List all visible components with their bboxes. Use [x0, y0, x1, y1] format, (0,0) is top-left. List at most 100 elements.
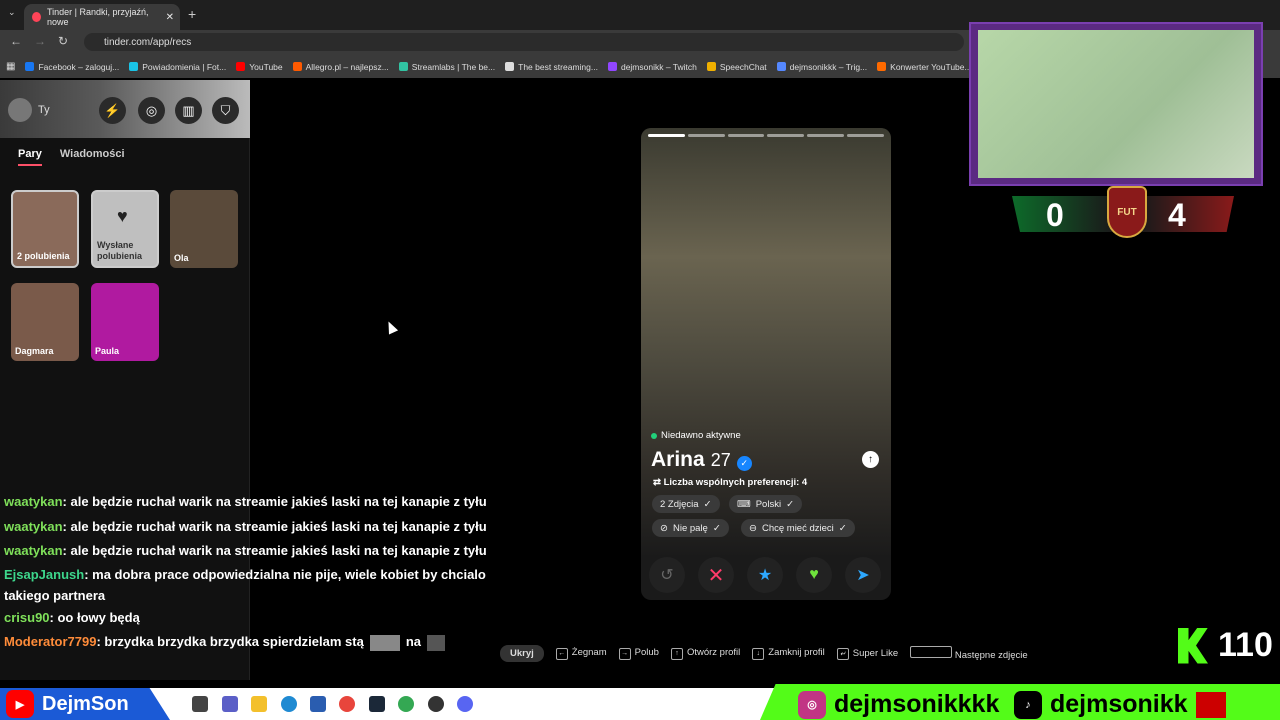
bookmark-favicon-icon [877, 62, 887, 71]
shield-icon[interactable]: ⛉ [212, 97, 239, 124]
explore-icon[interactable]: ◎ [138, 97, 165, 124]
hint-next: Następne zdjęcie [910, 646, 1028, 661]
mouse-cursor-icon [383, 319, 399, 335]
back-icon[interactable]: ← [10, 34, 22, 48]
chip-label: Polski [755, 498, 782, 510]
youtube-handle-text: DejmSon [42, 692, 129, 715]
chat-username: waatykan [4, 543, 63, 558]
reload-icon[interactable]: ↻ [58, 34, 68, 48]
match-tile[interactable]: 2 polubienia [11, 190, 79, 268]
like-button[interactable]: ♥ [796, 557, 832, 593]
send-button[interactable]: ➤ [845, 557, 881, 593]
chat-username: waatykan [4, 518, 63, 534]
edge-icon[interactable] [281, 696, 297, 712]
hint-label: Zamknij profil [768, 647, 825, 659]
bookmark-label: The best streaming... [518, 61, 598, 72]
bookmark-favicon-icon [398, 62, 408, 71]
bookmark-item[interactable]: Konwerter YouTube... [877, 62, 972, 72]
hide-hints-button[interactable]: Ukryj [500, 645, 544, 662]
teams-icon[interactable] [222, 696, 238, 712]
avatar[interactable] [8, 98, 32, 122]
youtube-handle: ▶ DejmSon [6, 690, 129, 718]
bookmark-item[interactable]: dejmsonikk – Twitch [607, 61, 697, 72]
chip-label: Chcę mieć dzieci [761, 522, 834, 534]
profile-photo[interactable] [641, 128, 891, 558]
bookmark-item[interactable]: Streamlabs | The be... [398, 62, 495, 72]
bookmark-item[interactable]: YouTube [236, 61, 283, 72]
address-bar[interactable]: tinder.com/app/recs [84, 33, 964, 51]
bookmark-item[interactable]: The best streaming... [505, 62, 598, 72]
forward-icon[interactable]: → [34, 34, 46, 48]
tab-search-icon[interactable]: ⌄ [8, 7, 16, 18]
tinder-favicon-icon [32, 12, 41, 22]
nope-button[interactable]: ✕ [698, 557, 734, 593]
bookmark-item[interactable]: Facebook – zaloguj... [25, 62, 119, 72]
bookmark-label: SpeechChat [719, 61, 767, 72]
apps-icon[interactable]: ▦ [6, 61, 15, 72]
sidebar-tabs: Pary Wiadomości [18, 148, 125, 166]
close-icon[interactable]: ✕ [166, 12, 174, 23]
bookmark-label: YouTube [249, 61, 283, 72]
bookmark-item[interactable]: dejmsonikkk – Trig... [776, 62, 867, 72]
chip-language: ⌨ Polski ✓ [729, 495, 803, 513]
tab-title: Tinder | Randki, przyjaźń, nowe [46, 7, 149, 27]
bookmark-label: Powiadomienia | Fot... [142, 61, 227, 72]
instagram-handle: ◎ dejmsonikkkk [798, 690, 999, 719]
match-tile[interactable]: Ola [170, 190, 238, 268]
bookmark-favicon-icon [25, 62, 35, 71]
match-tile[interactable]: ♥ Wysłane polubienia [91, 190, 159, 268]
youtube-icon: ▶ [6, 690, 34, 718]
hint-super: ↵ Super Like [836, 647, 899, 660]
bookmark-label: dejmsonikk – Twitch [620, 61, 697, 72]
chat-text: : oo łowy będą [49, 609, 140, 625]
steam-icon[interactable] [369, 696, 385, 712]
store-icon[interactable] [310, 696, 326, 712]
red-flag-icon [1195, 691, 1226, 718]
emote-icon [369, 634, 400, 651]
chat-message: waatykan: ale będzie ruchał warik na str… [4, 515, 504, 540]
chat-message: waatykan: ale będzie ruchał warik na str… [4, 490, 504, 515]
fut-badge-icon: FUT [1107, 186, 1147, 238]
chip-photos: 2 Zdjęcia ✓ [652, 495, 720, 513]
folder-icon[interactable] [251, 696, 267, 712]
space-key-icon [910, 646, 953, 658]
hint-like: → Polub [618, 647, 659, 660]
open-profile-icon[interactable]: ↑ [862, 451, 879, 468]
bookmark-item[interactable]: Allegro.pl – najlepsz... [292, 62, 389, 72]
chat-username: EjsapJanush [4, 566, 85, 582]
bookmark-item[interactable]: SpeechChat [706, 61, 767, 72]
bookmark-item[interactable]: Powiadomienia | Fot... [129, 62, 226, 72]
match-label: 2 polubienia [17, 251, 70, 261]
bookmark-favicon-icon [607, 62, 617, 71]
boost-icon[interactable]: ⚡ [99, 97, 126, 124]
chat-text: na [405, 634, 421, 649]
left-key-icon: ← [555, 647, 568, 660]
profile-label[interactable]: Ty [38, 104, 50, 116]
browser-tab-tinder[interactable]: Tinder | Randki, przyjaźń, nowe ✕ [24, 4, 180, 30]
obs-icon[interactable] [428, 696, 444, 712]
bookmark-favicon-icon [292, 62, 302, 71]
kick-count: 110 [1218, 626, 1273, 664]
tab-matches[interactable]: Pary [18, 148, 42, 166]
taskbar-files-icon[interactable] [192, 696, 208, 712]
tab-messages[interactable]: Wiadomości [60, 148, 125, 166]
match-tile[interactable]: Dagmara [11, 283, 79, 361]
instagram-icon: ◎ [798, 690, 826, 719]
hint-label: Super Like [852, 647, 899, 659]
chrome-profile-icon[interactable] [398, 696, 414, 712]
discord-icon[interactable] [457, 696, 473, 712]
new-tab-icon[interactable]: + [188, 6, 196, 22]
chrome-icon[interactable] [339, 696, 355, 712]
score-left: 0 [1046, 197, 1064, 233]
briefcase-icon[interactable]: ▥ [175, 97, 202, 124]
score-right: 4 [1168, 197, 1186, 233]
chat-message: waatykan: ale będzie ruchał warik na str… [4, 539, 504, 564]
match-tile[interactable]: Paula [91, 283, 159, 361]
active-status: Niedawno aktywne [651, 430, 741, 441]
super-like-button[interactable]: ★ [747, 557, 783, 593]
profile-age: 27 [710, 450, 731, 470]
bookmark-favicon-icon [236, 62, 246, 71]
rewind-button[interactable]: ↺ [649, 557, 685, 593]
bookmark-favicon-icon [776, 62, 786, 71]
kick-viewer-counter: 110 [1178, 626, 1273, 665]
